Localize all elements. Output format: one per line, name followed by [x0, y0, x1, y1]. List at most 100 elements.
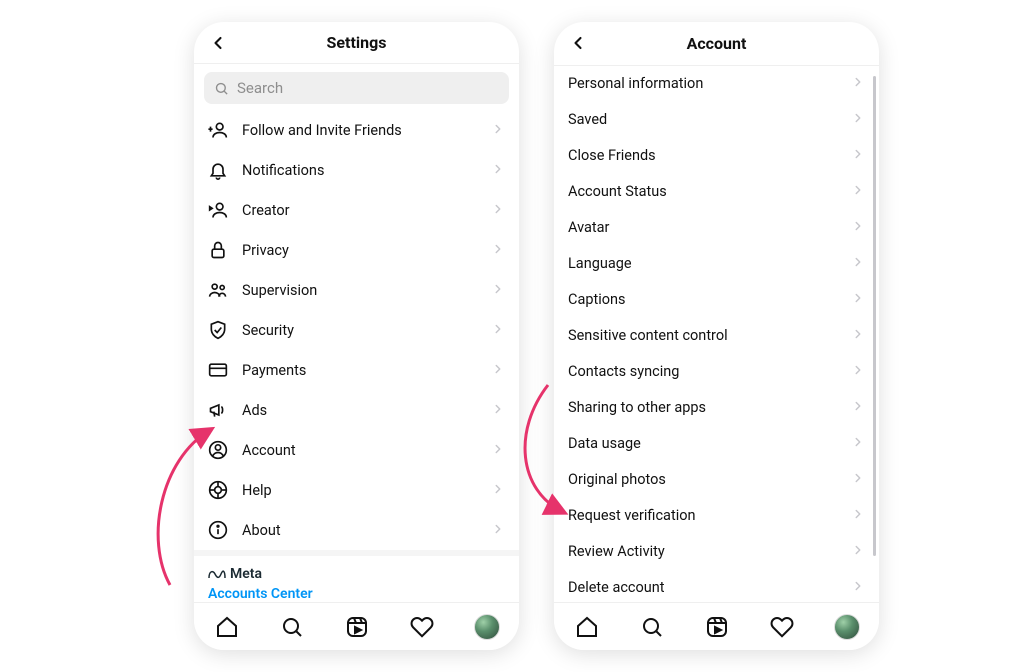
back-button[interactable]	[566, 31, 590, 55]
settings-item-follow-and-invite-friends[interactable]: Follow and Invite Friends	[194, 110, 519, 150]
account-item-delete-account[interactable]: Delete account	[554, 570, 879, 602]
list-item-label: Sensitive content control	[568, 327, 851, 344]
list-item-label: Sharing to other apps	[568, 399, 851, 416]
settings-item-payments[interactable]: Payments	[194, 350, 519, 390]
settings-screen: Settings Search Follow and Invite Friend…	[194, 22, 519, 650]
meta-accounts-block: Meta Accounts Center Control settings fo…	[194, 550, 519, 602]
list-item-label: Close Friends	[568, 147, 851, 164]
settings-item-creator[interactable]: Creator	[194, 190, 519, 230]
chevron-right-icon	[851, 542, 865, 561]
chevron-right-icon	[491, 201, 505, 220]
search-icon	[214, 81, 229, 96]
account-item-original-photos[interactable]: Original photos	[554, 462, 879, 498]
chevron-right-icon	[851, 434, 865, 453]
list-item-label: Notifications	[236, 162, 491, 179]
list-item-label: Delete account	[568, 579, 851, 596]
account-item-review-activity[interactable]: Review Activity	[554, 534, 879, 570]
nav-home[interactable]	[572, 612, 602, 642]
meta-logo-icon	[208, 568, 226, 580]
nav-search[interactable]	[637, 612, 667, 642]
settings-item-help[interactable]: Help	[194, 470, 519, 510]
chevron-right-icon	[851, 74, 865, 93]
chevron-right-icon	[851, 470, 865, 489]
nav-activity[interactable]	[767, 612, 797, 642]
chevron-right-icon	[851, 578, 865, 597]
account-item-avatar[interactable]: Avatar	[554, 210, 879, 246]
info-icon	[208, 520, 236, 540]
nav-profile[interactable]	[472, 612, 502, 642]
search-placeholder: Search	[237, 79, 283, 97]
chevron-right-icon	[851, 506, 865, 525]
account-item-personal-information[interactable]: Personal information	[554, 66, 879, 102]
account-item-account-status[interactable]: Account Status	[554, 174, 879, 210]
card-icon	[208, 360, 236, 380]
list-item-label: Data usage	[568, 435, 851, 452]
nav-search[interactable]	[277, 612, 307, 642]
settings-item-notifications[interactable]: Notifications	[194, 150, 519, 190]
account-topbar: Account	[554, 22, 879, 66]
home-icon	[575, 615, 599, 639]
nav-profile[interactable]	[832, 612, 862, 642]
home-icon	[215, 615, 239, 639]
accounts-center-link[interactable]: Accounts Center	[208, 586, 505, 602]
settings-item-account[interactable]: Account	[194, 430, 519, 470]
page-title: Settings	[327, 33, 387, 52]
account-item-language[interactable]: Language	[554, 246, 879, 282]
bottom-nav	[194, 602, 519, 650]
chevron-right-icon	[851, 182, 865, 201]
search-icon	[280, 615, 304, 639]
reels-icon	[345, 615, 369, 639]
heart-icon	[410, 615, 434, 639]
nav-home[interactable]	[212, 612, 242, 642]
list-item-label: Privacy	[236, 242, 491, 259]
megaphone-icon	[208, 400, 236, 420]
back-button[interactable]	[206, 31, 230, 55]
list-item-label: Review Activity	[568, 543, 851, 560]
account-icon	[208, 440, 236, 460]
chevron-right-icon	[491, 161, 505, 180]
list-item-label: Contacts syncing	[568, 363, 851, 380]
nav-reels[interactable]	[342, 612, 372, 642]
invite-icon	[208, 120, 236, 140]
account-item-request-verification[interactable]: Request verification	[554, 498, 879, 534]
settings-item-supervision[interactable]: Supervision	[194, 270, 519, 310]
account-item-sharing-to-other-apps[interactable]: Sharing to other apps	[554, 390, 879, 426]
nav-reels[interactable]	[702, 612, 732, 642]
meta-brand: Meta	[208, 566, 505, 582]
settings-item-security[interactable]: Security	[194, 310, 519, 350]
list-item-label: Supervision	[236, 282, 491, 299]
help-icon	[208, 480, 236, 500]
list-item-label: Request verification	[568, 507, 851, 524]
account-item-contacts-syncing[interactable]: Contacts syncing	[554, 354, 879, 390]
search-input[interactable]: Search	[204, 72, 509, 104]
avatar-icon	[474, 614, 500, 640]
settings-item-ads[interactable]: Ads	[194, 390, 519, 430]
bottom-nav	[554, 602, 879, 650]
account-item-data-usage[interactable]: Data usage	[554, 426, 879, 462]
list-item-label: Creator	[236, 202, 491, 219]
scrollbar[interactable]	[873, 76, 876, 556]
account-item-saved[interactable]: Saved	[554, 102, 879, 138]
reels-icon	[705, 615, 729, 639]
avatar-icon	[834, 614, 860, 640]
list-item-label: Account	[236, 442, 491, 459]
settings-topbar: Settings	[194, 22, 519, 64]
chevron-right-icon	[491, 121, 505, 140]
list-item-label: Captions	[568, 291, 851, 308]
account-item-captions[interactable]: Captions	[554, 282, 879, 318]
nav-activity[interactable]	[407, 612, 437, 642]
settings-item-privacy[interactable]: Privacy	[194, 230, 519, 270]
settings-item-about[interactable]: About	[194, 510, 519, 550]
creator-icon	[208, 200, 236, 220]
account-item-sensitive-content-control[interactable]: Sensitive content control	[554, 318, 879, 354]
list-item-label: Ads	[236, 402, 491, 419]
list-item-label: Personal information	[568, 75, 851, 92]
shield-icon	[208, 320, 236, 340]
list-item-label: Avatar	[568, 219, 851, 236]
list-item-label: Language	[568, 255, 851, 272]
list-item-label: Follow and Invite Friends	[236, 122, 491, 139]
account-item-close-friends[interactable]: Close Friends	[554, 138, 879, 174]
chevron-right-icon	[491, 281, 505, 300]
chevron-right-icon	[491, 241, 505, 260]
account-list: Personal information Saved Close Friends Ac…	[554, 66, 879, 602]
